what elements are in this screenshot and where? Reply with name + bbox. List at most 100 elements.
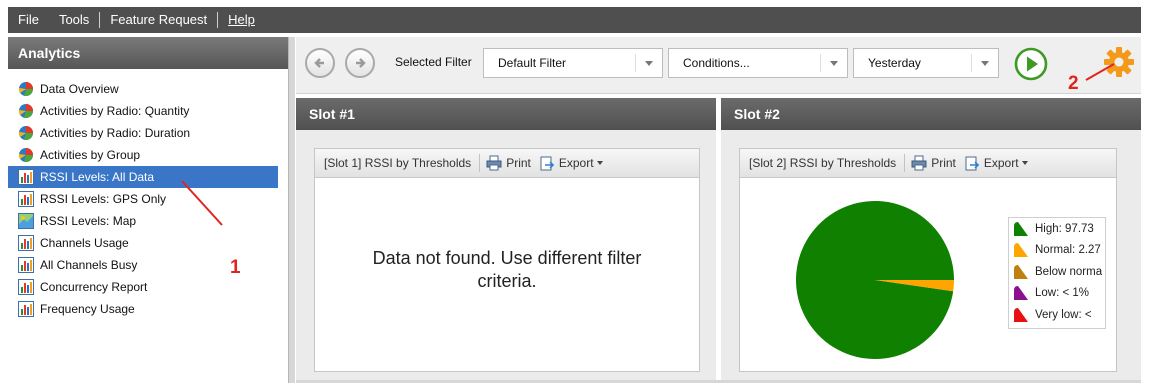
back-arrow-icon: [314, 58, 324, 68]
sidebar-item-label: Concurrency Report: [40, 280, 148, 294]
sidebar-item[interactable]: Frequency Usage: [8, 298, 288, 320]
menu-feature-request[interactable]: Feature Request: [100, 7, 217, 33]
sidebar-item[interactable]: RSSI Levels: All Data: [8, 166, 278, 188]
chevron-down-icon: [981, 61, 989, 66]
legend-entry: High: 97.73: [1009, 218, 1105, 240]
export-icon: [540, 156, 555, 171]
legend-label: Below norma: [1035, 265, 1103, 278]
filter-toolbar: Selected Filter Default Filter Condition…: [296, 37, 1141, 94]
bar-chart-icon: [18, 191, 40, 207]
slot-1-title: Slot #1: [296, 98, 716, 130]
legend-swatch: [1014, 264, 1028, 279]
slot-1: Slot #1 [Slot 1] RSSI by Thresholds Prin…: [296, 98, 716, 383]
selected-filter-label: Selected Filter: [395, 55, 472, 69]
date-range-dropdown[interactable]: Yesterday: [853, 48, 999, 78]
sidebar-item[interactable]: Data Overview: [8, 78, 288, 100]
menu-bar: File Tools Feature Request Help: [8, 7, 1141, 33]
legend-entry: Low: < 1%: [1009, 283, 1105, 305]
slot-2-export-button[interactable]: Export: [964, 155, 1028, 171]
sidebar-item[interactable]: Activities by Radio: Quantity: [8, 100, 288, 122]
export-label: Export: [558, 156, 594, 170]
dropdown-divider: [820, 54, 821, 72]
bar-chart-icon: [18, 301, 40, 317]
print-label: Print: [931, 156, 956, 170]
toolbar-separator: [904, 154, 906, 172]
slot-1-panel-header: [Slot 1] RSSI by Thresholds Print Export: [315, 149, 699, 178]
back-button[interactable]: [305, 48, 335, 78]
caret-down-icon: [1021, 161, 1028, 165]
pie-chart-icon: [18, 103, 40, 119]
slot-1-panel-title: [Slot 1] RSSI by Thresholds: [324, 156, 472, 170]
sidebar-item[interactable]: Channels Usage: [8, 232, 288, 254]
analytics-sidebar: Analytics Data Overview Activities by Rad…: [8, 37, 289, 383]
slot-2-panel-title: [Slot 2] RSSI by Thresholds: [749, 156, 897, 170]
export-icon: [965, 156, 980, 171]
pie-chart-icon: [18, 81, 40, 97]
chevron-down-icon: [830, 61, 838, 66]
pie-chart-icon: [18, 147, 40, 163]
dropdown-divider: [635, 54, 636, 72]
sidebar-item-label: All Channels Busy: [40, 258, 138, 272]
legend-swatch: [1014, 221, 1028, 236]
slot-2-print-button[interactable]: Print: [911, 155, 956, 171]
legend-swatch: [1014, 307, 1028, 322]
annotation-1: 1: [230, 257, 241, 278]
bar-chart-icon: [18, 169, 40, 185]
sidebar-item-label: Activities by Radio: Duration: [40, 126, 191, 140]
sidebar-item[interactable]: Concurrency Report: [8, 276, 288, 298]
legend-entry: Normal: 2.27: [1009, 240, 1105, 262]
annotation-arrow-2: [1085, 63, 1115, 81]
filter-dropdown[interactable]: Default Filter: [483, 48, 663, 78]
menu-tools[interactable]: Tools: [49, 7, 99, 33]
menu-file[interactable]: File: [8, 7, 49, 33]
sidebar-item-label: Activities by Radio: Quantity: [40, 104, 190, 118]
slot-2-title: Slot #2: [721, 98, 1141, 130]
slot-1-export-button[interactable]: Export: [539, 155, 603, 171]
annotation-2: 2: [1068, 73, 1079, 94]
bar-chart-icon: [18, 235, 40, 251]
chevron-down-icon: [645, 61, 653, 66]
pie-legend: High: 97.73 Normal: 2.27 Below norma Low: <…: [1008, 217, 1106, 329]
legend-label: Very low: <: [1035, 308, 1092, 321]
menu-help[interactable]: Help: [218, 7, 265, 33]
printer-icon: [486, 155, 502, 171]
sidebar-item[interactable]: Activities by Radio: Duration: [8, 122, 288, 144]
sidebar-item[interactable]: RSSI Levels: Map: [8, 210, 288, 232]
legend-label: Low: < 1%: [1035, 287, 1090, 300]
sidebar-item[interactable]: Activities by Group: [8, 144, 288, 166]
filter-dropdown-value: Default Filter: [498, 56, 567, 70]
legend-swatch: [1014, 286, 1028, 301]
sidebar-item-label: Activities by Group: [40, 148, 141, 162]
slot-2-panel-header: [Slot 2] RSSI by Thresholds Print Export: [740, 149, 1116, 178]
pie-slice-high: [796, 200, 954, 359]
forward-button[interactable]: [345, 48, 375, 78]
map-icon: [18, 213, 40, 229]
legend-entry: Below norma: [1009, 261, 1105, 283]
run-play-button[interactable]: [1014, 47, 1048, 81]
annotation-arrow-1: [181, 180, 223, 226]
splitter[interactable]: [289, 37, 295, 383]
legend-entry: Very low: <: [1009, 304, 1105, 326]
caret-down-icon: [596, 161, 603, 165]
forward-arrow-icon: [356, 58, 366, 68]
slot-2-report-panel: [Slot 2] RSSI by Thresholds Print Export: [739, 148, 1117, 372]
sidebar-item-label: RSSI Levels: GPS Only: [40, 192, 167, 206]
slot-1-print-button[interactable]: Print: [486, 155, 531, 171]
printer-icon: [911, 155, 927, 171]
pie-chart-icon: [18, 125, 40, 141]
rssi-pie-chart: [796, 200, 954, 359]
sidebar-item[interactable]: All Channels Busy: [8, 254, 288, 276]
bar-chart-icon: [18, 257, 40, 273]
conditions-dropdown-value: Conditions...: [683, 56, 750, 70]
sidebar-item[interactable]: RSSI Levels: GPS Only: [8, 188, 288, 210]
slot-1-report-panel: [Slot 1] RSSI by Thresholds Print Export: [314, 148, 700, 372]
sidebar-item-label: Data Overview: [40, 82, 119, 96]
sidebar-title: Analytics: [8, 37, 288, 69]
print-label: Print: [506, 156, 531, 170]
no-data-message: Data not found. Use different filter cri…: [315, 247, 699, 293]
dropdown-divider: [971, 54, 972, 72]
sidebar-item-label: RSSI Levels: All Data: [40, 170, 155, 184]
legend-label: Normal: 2.27: [1035, 244, 1101, 257]
conditions-dropdown[interactable]: Conditions...: [668, 48, 848, 78]
bar-chart-icon: [18, 279, 40, 295]
